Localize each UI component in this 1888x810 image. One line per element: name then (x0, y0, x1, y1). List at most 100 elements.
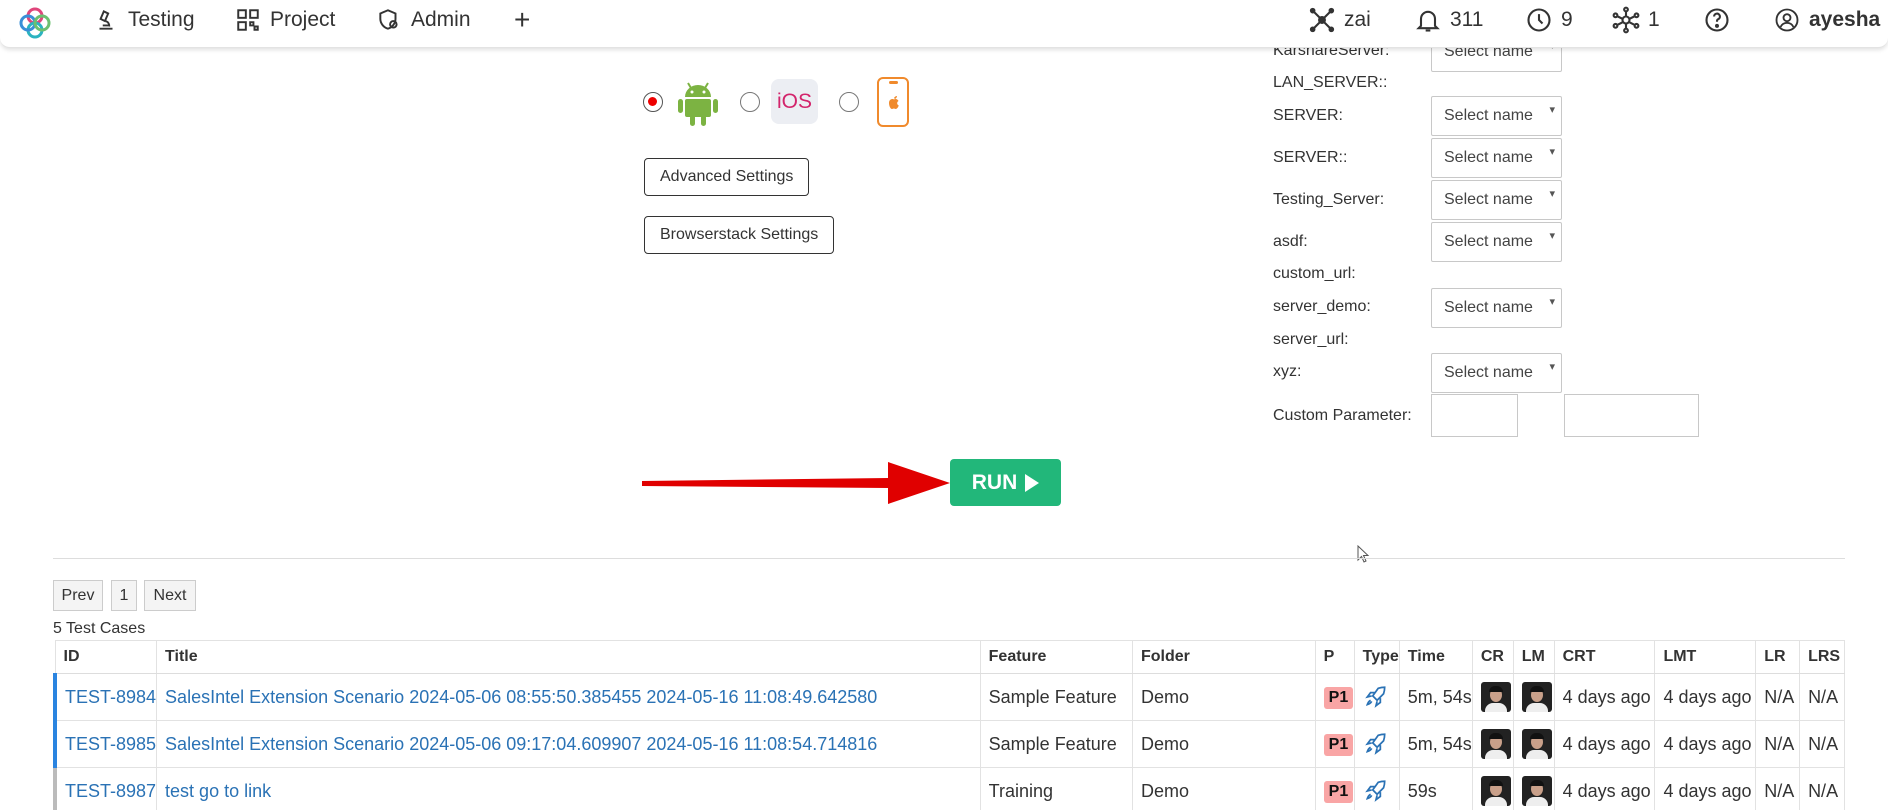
custom-parameter-key-input[interactable] (1431, 394, 1518, 437)
iphone-icon (877, 77, 909, 127)
user-menu[interactable]: ayesha (1773, 0, 1880, 40)
priority-cell: P1 (1314, 767, 1355, 810)
ios-icon: iOS (771, 79, 818, 124)
modifier-avatar[interactable] (1521, 729, 1552, 759)
nav-testing[interactable]: Testing (93, 0, 195, 40)
column-header[interactable]: CRT (1553, 640, 1656, 674)
column-header[interactable]: LMT (1654, 640, 1757, 674)
page-number-button[interactable]: 1 (111, 580, 137, 611)
column-header[interactable]: P (1314, 640, 1355, 674)
modifier-avatar[interactable] (1521, 776, 1552, 806)
param-label: LAN_SERVER:: (1273, 74, 1388, 91)
column-header[interactable]: Title (156, 640, 981, 674)
notifications-count: 311 (1450, 8, 1484, 31)
test-id-link[interactable]: TEST-8985 (53, 720, 158, 768)
android-radio[interactable] (643, 92, 663, 112)
custom-parameter-value-input[interactable] (1564, 394, 1699, 437)
created-time-cell: 4 days ago (1553, 767, 1656, 810)
column-header[interactable]: LRS (1799, 640, 1845, 674)
created-time-cell: 4 days ago (1553, 673, 1656, 721)
clock-icon (1527, 8, 1551, 32)
param-label: Custom Parameter: (1273, 407, 1412, 424)
history-count: 9 (1561, 8, 1573, 31)
priority-cell: P1 (1314, 720, 1355, 768)
column-header[interactable]: LM (1512, 640, 1555, 674)
column-header[interactable]: CR (1471, 640, 1514, 674)
last-run-status-cell: N/A (1799, 720, 1845, 768)
param-label: xyz: (1273, 363, 1302, 380)
prev-page-button[interactable]: Prev (53, 580, 103, 611)
column-header[interactable]: LR (1755, 640, 1801, 674)
network-button[interactable]: 1 (1612, 0, 1660, 40)
table-row[interactable]: TEST-8987 test go to link Training Demo … (53, 767, 1845, 810)
column-header[interactable]: ID (54, 640, 158, 674)
modifier-avatar[interactable] (1521, 682, 1552, 712)
modified-time-cell: 4 days ago (1654, 720, 1757, 768)
workspace-selector[interactable]: zai (1308, 0, 1371, 40)
param-select[interactable]: Select name (1431, 288, 1562, 328)
mouse-cursor-icon (1357, 545, 1370, 563)
test-title-link[interactable]: SalesIntel Extension Scenario 2024-05-06… (156, 720, 981, 768)
rocket-icon (1364, 780, 1386, 802)
add-button[interactable]: + (514, 0, 530, 40)
param-select[interactable]: Select name (1431, 96, 1562, 136)
notifications-button[interactable]: 311 (1414, 0, 1483, 40)
modifier-cell (1512, 673, 1555, 721)
last-run-status-cell: N/A (1799, 767, 1845, 810)
table-row[interactable]: TEST-8985 SalesIntel Extension Scenario … (53, 720, 1845, 768)
priority-badge: P1 (1323, 780, 1354, 803)
test-id-link[interactable]: TEST-8984 (53, 673, 158, 721)
advanced-settings-button[interactable]: Advanced Settings (644, 158, 810, 196)
nav-project[interactable]: Project (235, 0, 335, 40)
history-button[interactable]: 9 (1525, 0, 1573, 40)
help-button[interactable] (1703, 0, 1731, 40)
help-icon (1705, 8, 1729, 32)
test-title-link[interactable]: test go to link (156, 767, 981, 810)
qr-grid-icon (237, 9, 259, 31)
param-select[interactable]: Select name (1431, 138, 1562, 178)
last-run-status-cell: N/A (1799, 673, 1845, 721)
creator-cell (1471, 673, 1514, 721)
table-row[interactable]: TEST-8984 SalesIntel Extension Scenario … (53, 673, 1845, 721)
test-title-link[interactable]: SalesIntel Extension Scenario 2024-05-06… (156, 673, 981, 721)
creator-avatar[interactable] (1480, 682, 1511, 712)
folder-cell: Demo (1132, 720, 1316, 768)
time-cell: 5m, 54s (1398, 720, 1473, 768)
browserstack-settings-button[interactable]: Browserstack Settings (644, 216, 835, 254)
param-select[interactable]: Select name (1431, 222, 1562, 262)
apple-logo-icon (889, 96, 899, 109)
param-label: asdf: (1273, 233, 1308, 250)
run-button[interactable]: RUN (950, 459, 1061, 506)
param-select[interactable]: Select name (1431, 180, 1562, 220)
param-select[interactable]: Select name (1431, 353, 1562, 393)
param-label: SERVER:: (1273, 149, 1348, 166)
creator-avatar[interactable] (1480, 729, 1511, 759)
column-header[interactable]: Time (1398, 640, 1473, 674)
priority-badge: P1 (1323, 686, 1354, 709)
nav-project-label: Project (270, 8, 336, 31)
column-header[interactable]: Feature (979, 640, 1134, 674)
column-header[interactable]: Type (1353, 640, 1400, 674)
priority-badge: P1 (1323, 733, 1354, 756)
next-page-button[interactable]: Next (144, 580, 196, 611)
creator-avatar[interactable] (1480, 776, 1511, 806)
column-header[interactable]: Folder (1132, 640, 1316, 674)
param-label: server_url: (1273, 331, 1349, 348)
section-divider (53, 558, 1845, 559)
ios-radio[interactable] (740, 92, 760, 112)
param-label: custom_url: (1273, 265, 1356, 282)
feature-cell: Sample Feature (979, 720, 1134, 768)
test-id-link[interactable]: TEST-8987 (53, 767, 158, 810)
apple-device-radio[interactable] (839, 92, 859, 112)
creator-cell (1471, 720, 1514, 768)
network-count: 1 (1648, 8, 1660, 31)
android-icon (678, 82, 718, 126)
modifier-cell (1512, 720, 1555, 768)
app-logo-icon[interactable] (18, 6, 52, 40)
play-icon (1025, 473, 1040, 492)
param-label: SERVER: (1273, 107, 1343, 124)
feature-cell: Sample Feature (979, 673, 1134, 721)
last-result-cell: N/A (1755, 673, 1801, 721)
time-cell: 5m, 54s (1398, 673, 1473, 721)
nav-admin[interactable]: Admin (376, 0, 471, 40)
